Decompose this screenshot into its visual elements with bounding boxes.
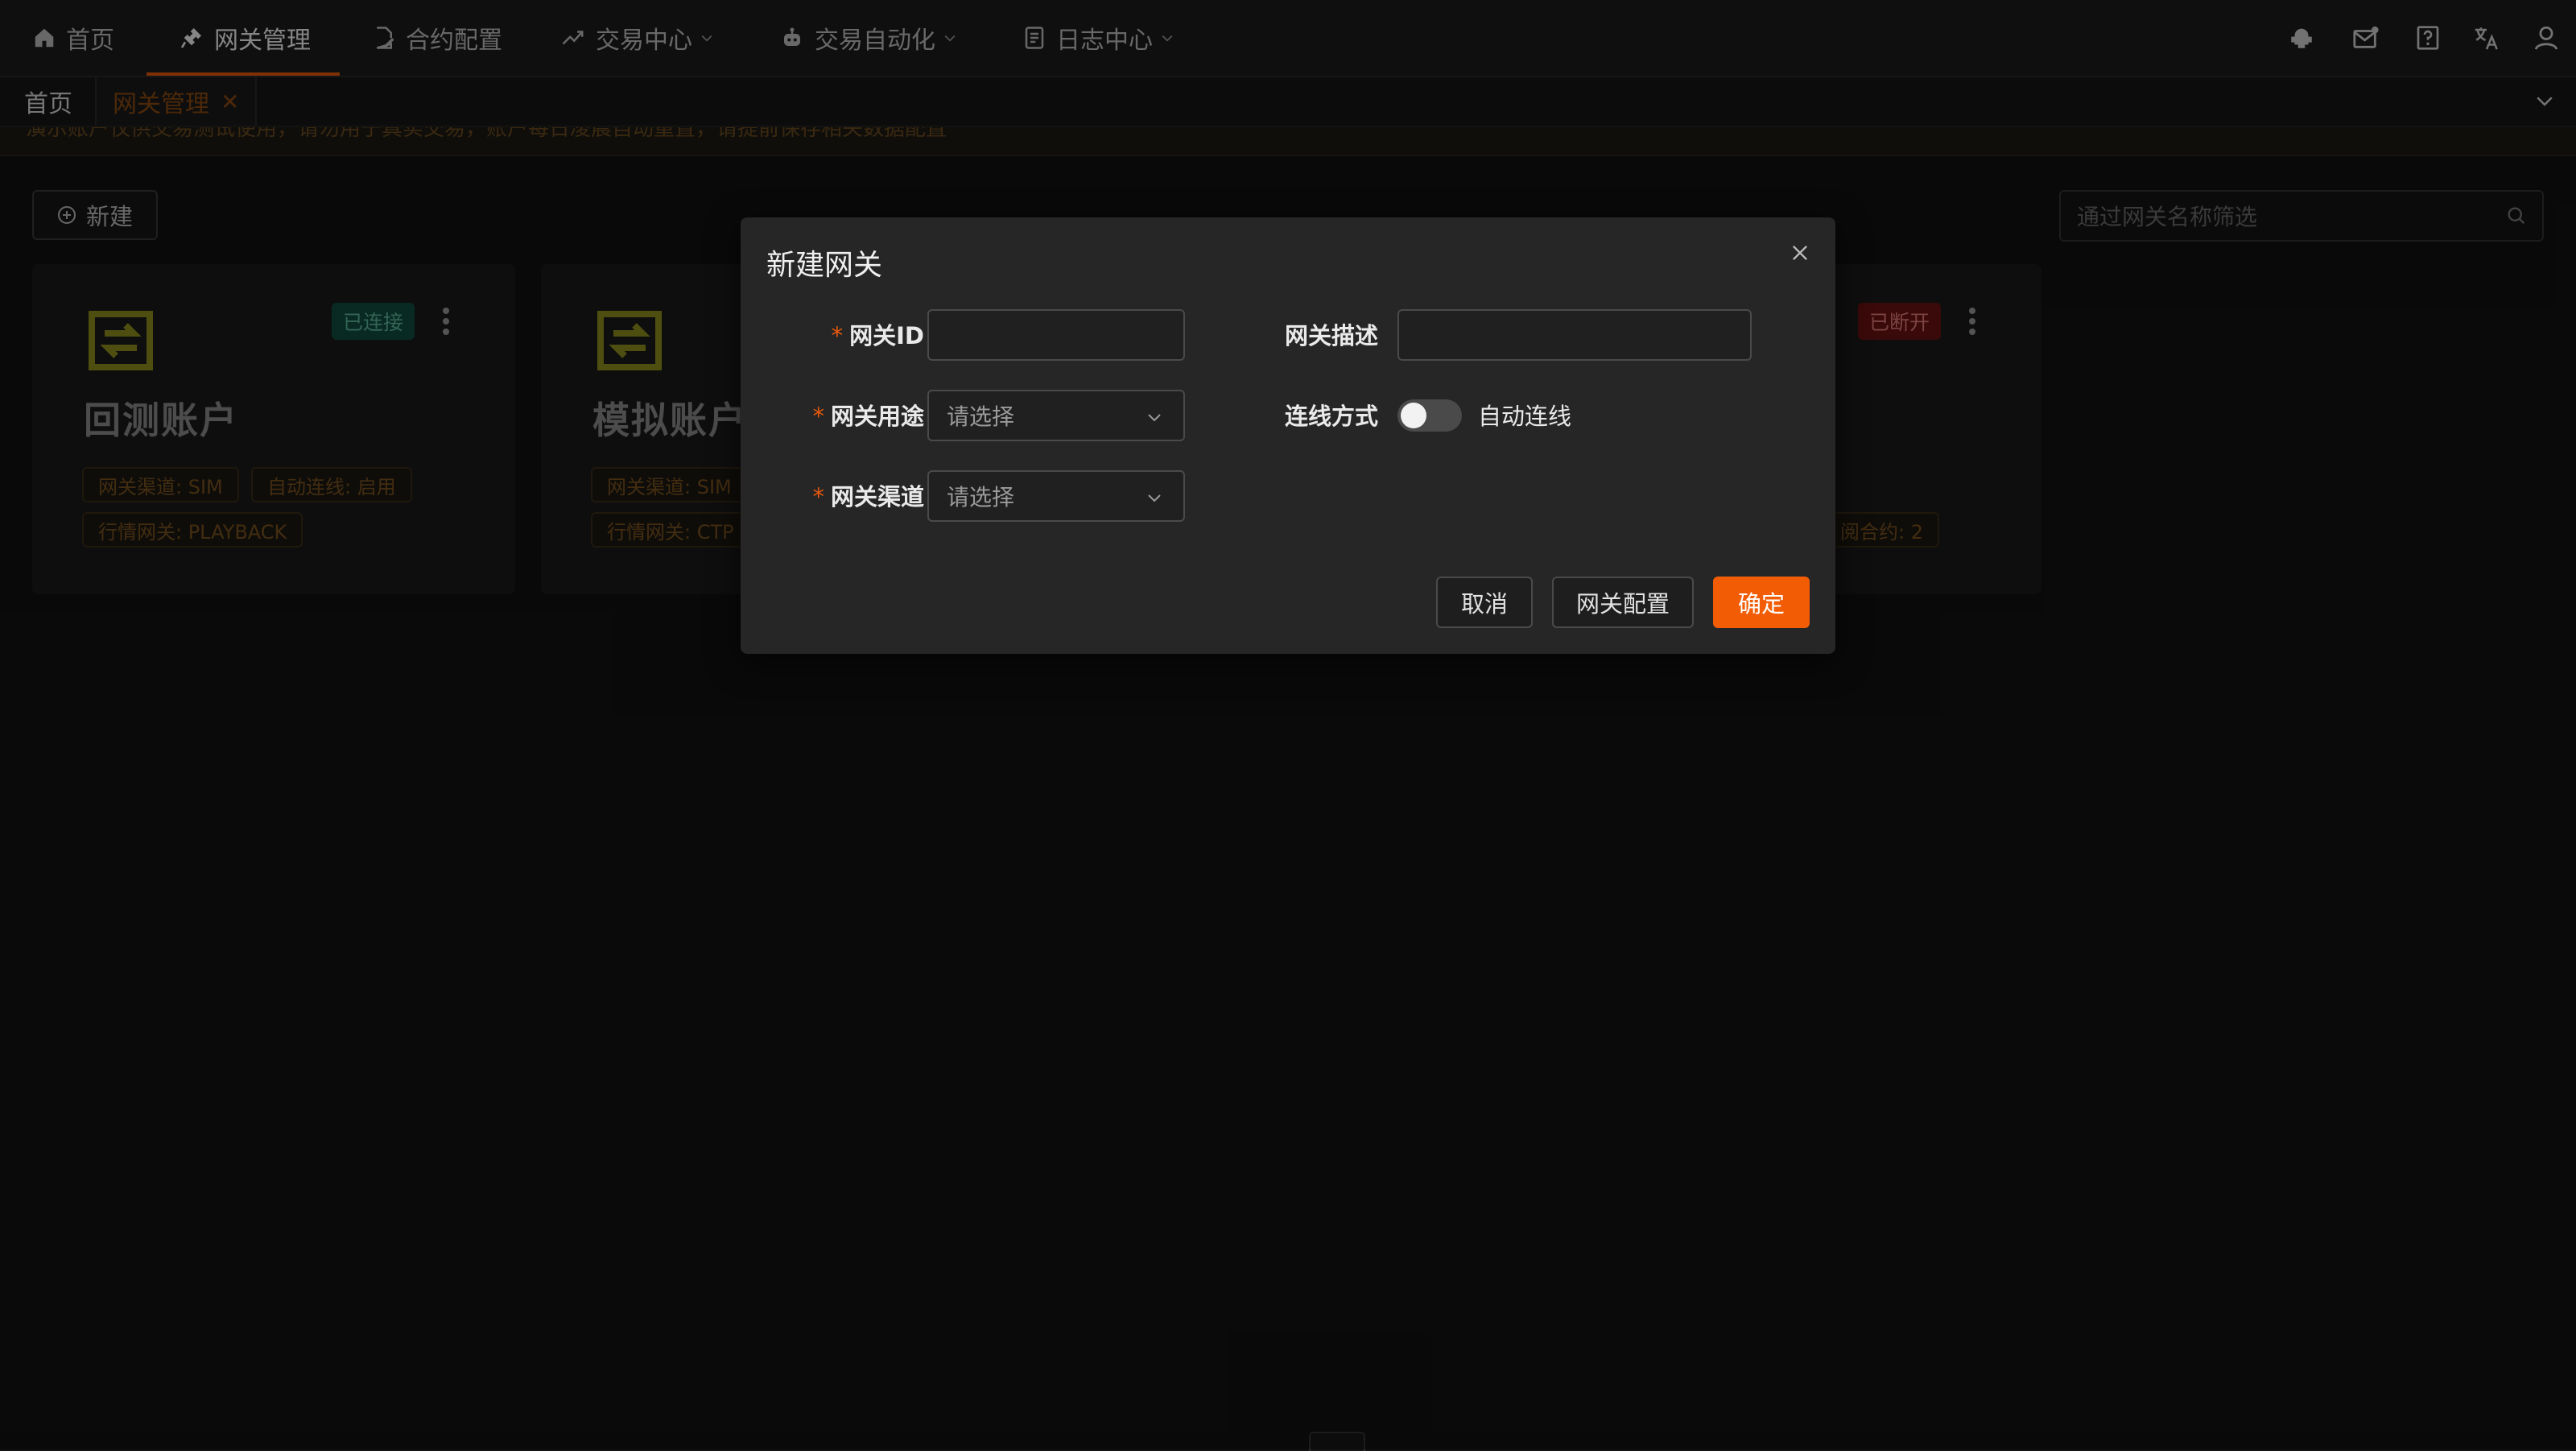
gateway-desc-label: 网关描述 <box>1284 322 1378 349</box>
select-placeholder: 请选择 <box>947 403 1015 430</box>
gateway-channel-label: * 网关渠道 <box>792 478 924 512</box>
connect-mode-label: 连线方式 <box>1284 403 1378 430</box>
new-gateway-dialog: 新建网关 * 网关ID 网关描述 * 网关用途 请选择 连线方式 自动连线 * 网关渠… <box>741 217 1835 654</box>
required-mark: * <box>812 483 824 511</box>
gateway-config-button-label: 网关配置 <box>1575 590 1670 618</box>
gateway-desc-field <box>1397 309 1752 361</box>
gateway-channel-label-text: 网关渠道 <box>830 483 924 511</box>
dialog-title: 新建网关 <box>766 249 883 282</box>
gateway-id-label-text: 网关ID <box>849 322 924 349</box>
gateway-config-button[interactable]: 网关配置 <box>1552 577 1694 628</box>
confirm-button[interactable]: 确定 <box>1713 577 1810 628</box>
gateway-channel-select[interactable]: 请选择 <box>927 470 1185 522</box>
confirm-button-label: 确定 <box>1737 590 1785 618</box>
chevron-down-icon <box>1148 494 1161 502</box>
required-mark: * <box>831 322 844 349</box>
cancel-button[interactable]: 取消 <box>1436 577 1533 628</box>
gateway-id-label: * 网关ID <box>792 317 924 351</box>
gateway-usage-select[interactable]: 请选择 <box>927 390 1185 441</box>
gateway-desc-input[interactable] <box>1399 311 1750 359</box>
close-icon[interactable] <box>1789 242 1811 264</box>
chevron-down-icon <box>1148 414 1161 422</box>
toggle-knob <box>1401 403 1426 428</box>
auto-connect-toggle[interactable] <box>1397 399 1462 432</box>
gateway-id-input[interactable] <box>929 311 1183 359</box>
auto-connect-label: 自动连线 <box>1478 403 1572 430</box>
gateway-id-field <box>927 309 1185 361</box>
gateway-usage-label: * 网关用途 <box>792 398 924 432</box>
gateway-usage-label-text: 网关用途 <box>830 403 924 430</box>
cancel-button-label: 取消 <box>1460 590 1508 618</box>
select-placeholder: 请选择 <box>947 484 1015 511</box>
required-mark: * <box>812 403 824 430</box>
